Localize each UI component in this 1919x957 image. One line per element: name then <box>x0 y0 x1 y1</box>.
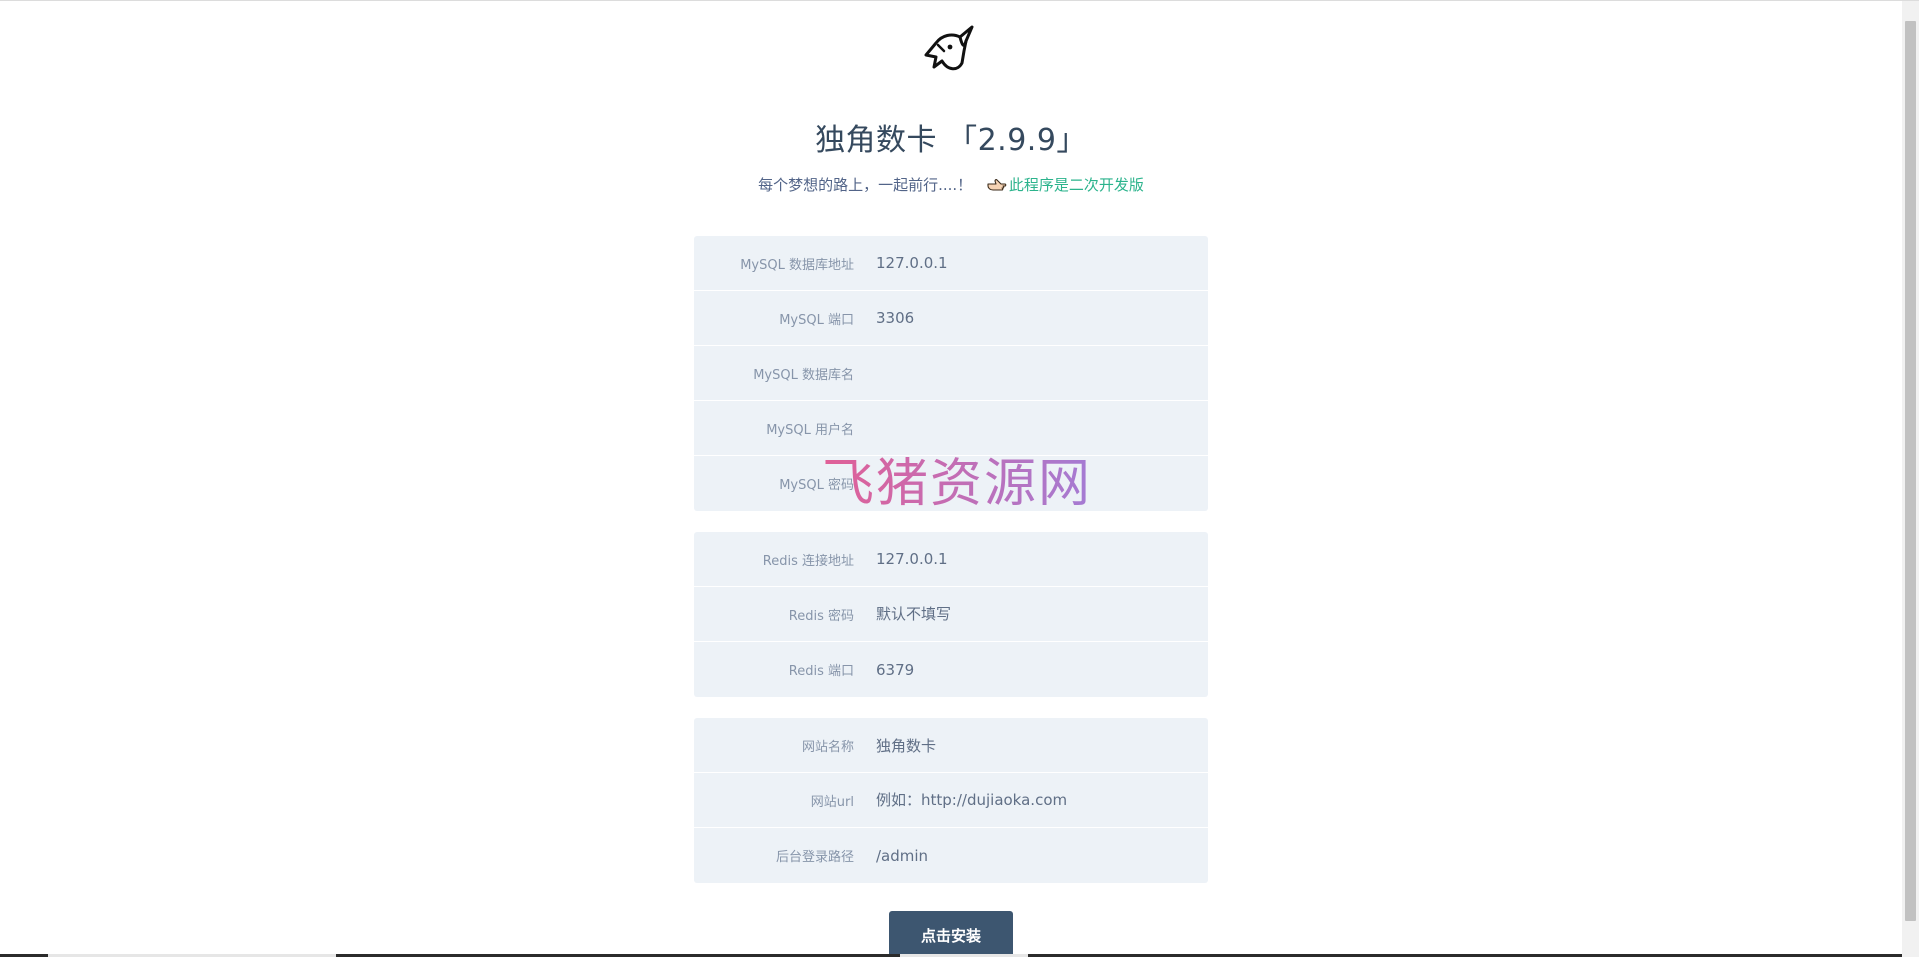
site-group: 网站名称 网站url 后台登录路径 <box>694 718 1208 883</box>
scrollbar-thumb[interactable] <box>1905 21 1916 921</box>
site-url-label: 网站url <box>810 794 854 810</box>
install-page: 独角数卡 「2.9.9」 每个梦想的路上，一起前行....！ 此程序是二次开发版… <box>0 0 1919 957</box>
unicorn-logo-icon <box>924 25 974 71</box>
mysql-password-input[interactable] <box>876 468 1208 499</box>
admin-path-input[interactable] <box>876 840 1208 871</box>
mysql-port-label: MySQL 端口 <box>779 312 854 328</box>
admin-path-label: 后台登录路径 <box>775 850 854 865</box>
site-name-label: 网站名称 <box>801 739 854 755</box>
redis-host-label: Redis 连接地址 <box>762 553 854 569</box>
form-row: MySQL 端口 <box>694 291 1208 346</box>
page-title: 独角数卡 「2.9.9」 <box>815 123 1087 158</box>
mysql-host-input[interactable] <box>876 248 1208 278</box>
form-row: 网站url <box>694 773 1208 828</box>
form-row: MySQL 数据库地址 <box>694 236 1208 291</box>
mysql-port-input[interactable] <box>876 303 1208 333</box>
vertical-scrollbar[interactable] <box>1902 1 1919 957</box>
form-row: 网站名称 <box>694 718 1208 773</box>
form-row: 后台登录路径 <box>694 828 1208 883</box>
mysql-database-label: MySQL 数据库名 <box>753 367 854 383</box>
install-form: MySQL 数据库地址 MySQL 端口 MySQL 数据库名 MySQL 用户… <box>694 236 1208 904</box>
subtitle-text: 每个梦想的路上，一起前行....！ <box>758 176 973 194</box>
form-row: MySQL 数据库名 <box>694 346 1208 401</box>
form-row: Redis 连接地址 <box>694 532 1208 587</box>
mysql-database-input[interactable] <box>876 358 1208 388</box>
site-url-input[interactable] <box>876 785 1208 815</box>
mysql-host-label: MySQL 数据库地址 <box>740 257 854 273</box>
redis-host-input[interactable] <box>876 544 1208 574</box>
mysql-username-label: MySQL 用户名 <box>766 422 854 438</box>
site-name-input[interactable] <box>876 730 1208 760</box>
redis-group: Redis 连接地址 Redis 密码 Redis 端口 <box>694 532 1208 697</box>
secondary-dev-link[interactable]: 此程序是二次开发版 <box>1009 176 1144 194</box>
redis-password-label: Redis 密码 <box>788 608 854 624</box>
install-button[interactable]: 点击安装 <box>889 911 1013 957</box>
redis-port-input[interactable] <box>876 654 1208 685</box>
mysql-group: MySQL 数据库地址 MySQL 端口 MySQL 数据库名 MySQL 用户… <box>694 236 1208 511</box>
form-row: MySQL 用户名 <box>694 401 1208 456</box>
redis-port-label: Redis 端口 <box>788 664 854 679</box>
form-row: Redis 端口 <box>694 642 1208 697</box>
form-row: Redis 密码 <box>694 587 1208 642</box>
mysql-password-label: MySQL 密码 <box>779 478 854 493</box>
form-row: MySQL 密码 <box>694 456 1208 511</box>
page-subtitle: 每个梦想的路上，一起前行....！ 此程序是二次开发版 <box>0 174 1902 195</box>
mysql-username-input[interactable] <box>876 413 1208 443</box>
pointing-hand-icon <box>987 179 1007 191</box>
redis-password-input[interactable] <box>876 599 1208 629</box>
